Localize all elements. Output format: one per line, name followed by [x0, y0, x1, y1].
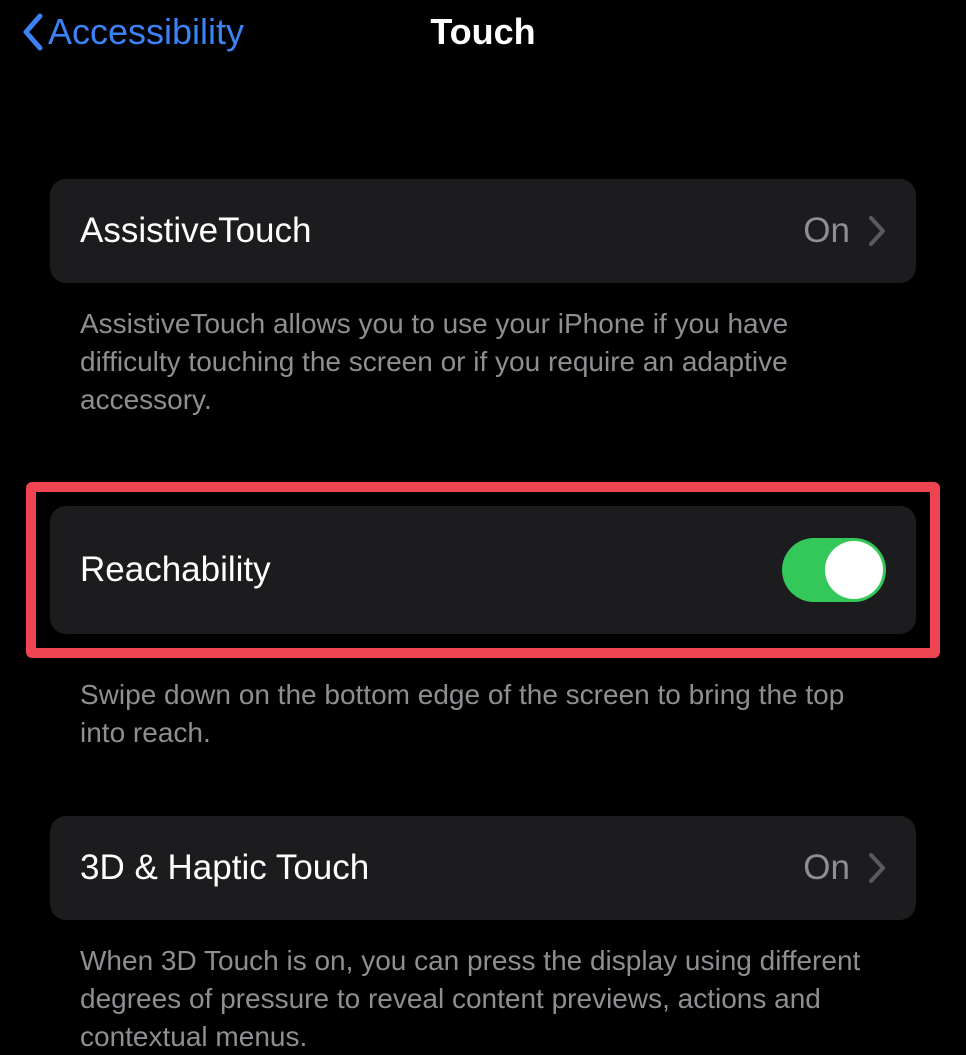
row-right-group: On [803, 848, 886, 888]
assistive-touch-description: AssistiveTouch allows you to use your iP… [50, 283, 916, 418]
chevron-right-icon [868, 215, 886, 247]
reachability-row[interactable]: Reachability [50, 506, 916, 634]
settings-content: AssistiveTouch On AssistiveTouch allows … [0, 179, 966, 1055]
chevron-right-icon [868, 852, 886, 884]
assistive-touch-value: On [803, 211, 850, 251]
haptic-touch-value: On [803, 848, 850, 888]
page-title: Touch [430, 11, 535, 53]
assistive-touch-label: AssistiveTouch [80, 211, 311, 251]
assistive-touch-row[interactable]: AssistiveTouch On [50, 179, 916, 283]
toggle-knob [825, 541, 883, 599]
reachability-description: Swipe down on the bottom edge of the scr… [50, 654, 916, 752]
haptic-touch-label: 3D & Haptic Touch [80, 848, 369, 888]
haptic-touch-row[interactable]: 3D & Haptic Touch On [50, 816, 916, 920]
navigation-header: Accessibility Touch [0, 0, 966, 64]
back-button[interactable]: Accessibility [20, 11, 244, 53]
chevron-left-icon [20, 12, 44, 52]
haptic-touch-description: When 3D Touch is on, you can press the d… [50, 920, 916, 1055]
reachability-label: Reachability [80, 550, 271, 590]
reachability-toggle[interactable] [782, 538, 886, 602]
highlight-annotation: Reachability [26, 482, 940, 658]
row-right-group: On [803, 211, 886, 251]
back-label: Accessibility [48, 11, 244, 53]
